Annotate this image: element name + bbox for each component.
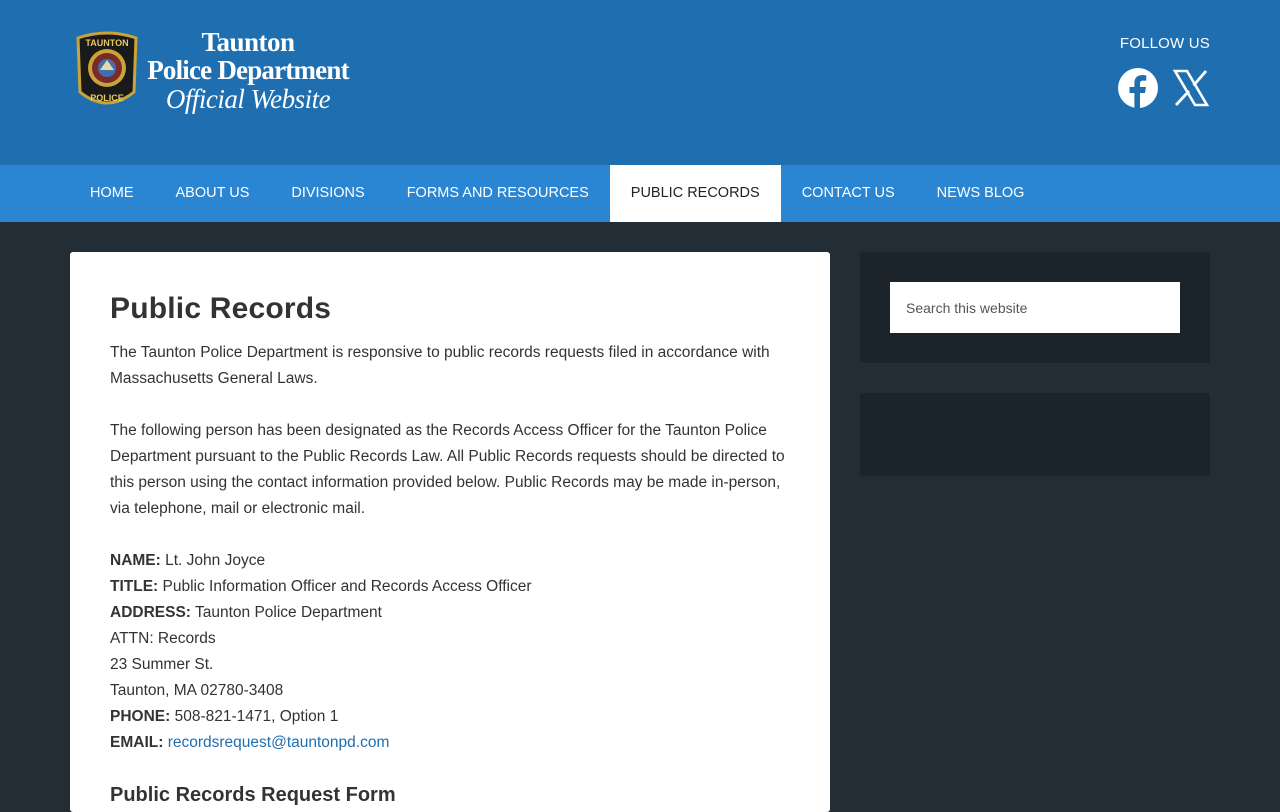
- title-value: Public Information Officer and Records A…: [158, 578, 532, 595]
- logo-line-3: Official Website: [165, 84, 331, 114]
- social-links: [1118, 68, 1210, 113]
- address-value: Taunton Police Department: [190, 604, 382, 621]
- main-navigation: HOME ABOUT US DIVISIONS FORMS AND RESOUR…: [0, 165, 1280, 222]
- facebook-icon[interactable]: [1118, 68, 1158, 113]
- nav-item-about-us[interactable]: ABOUT US: [155, 165, 271, 222]
- address-label: ADDRESS:: [110, 604, 191, 621]
- site-header: TAUNTON POLICE Taunton Police Department…: [0, 0, 1280, 165]
- intro-paragraph: The Taunton Police Department is respons…: [110, 344, 770, 387]
- contact-block: NAME: Lt. John Joyce TITLE: Public Infor…: [110, 548, 790, 756]
- svg-text:POLICE: POLICE: [90, 93, 124, 103]
- page-title: Public Records: [110, 292, 332, 325]
- contact-email-line: EMAIL: recordsrequest@tauntonpd.com: [110, 730, 790, 756]
- nav-item-public-records[interactable]: PUBLIC RECORDS: [609, 165, 781, 222]
- sidebar-widget: [860, 393, 1210, 476]
- address-line-2: ATTN: Records: [110, 630, 216, 647]
- logo-line-1: Taunton: [201, 27, 295, 57]
- phone-label: PHONE:: [110, 708, 171, 725]
- x-twitter-icon[interactable]: [1172, 68, 1210, 113]
- nav-item-home[interactable]: HOME: [69, 165, 155, 222]
- sidebar-search-widget: [860, 252, 1210, 363]
- contact-address-line: ADDRESS: Taunton Police Department: [110, 600, 790, 626]
- nav-item-contact-us[interactable]: CONTACT US: [781, 165, 916, 222]
- logo-line-2: Police Department: [147, 55, 349, 85]
- police-badge-logo: TAUNTON POLICE: [76, 31, 138, 105]
- name-value: Lt. John Joyce: [160, 552, 266, 569]
- nav-item-forms-and-resources[interactable]: FORMS AND RESOURCES: [386, 165, 610, 222]
- email-link[interactable]: recordsrequest@tauntonpd.com: [168, 734, 390, 751]
- contact-title-line: TITLE: Public Information Officer and Re…: [110, 574, 790, 600]
- main-content: Public Records The Taunton Police Depart…: [70, 252, 830, 812]
- follow-us-label: FOLLOW US: [1119, 35, 1210, 52]
- logo-wordmark: Taunton Police Department Official Websi…: [138, 28, 358, 114]
- search-input[interactable]: [890, 282, 1180, 333]
- site-logo[interactable]: TAUNTON POLICE Taunton Police Department…: [72, 28, 362, 118]
- address-line-4: Taunton, MA 02780-3408: [110, 682, 284, 699]
- title-label: TITLE:: [110, 578, 159, 595]
- address-line-3: 23 Summer St.: [110, 656, 214, 673]
- request-form-heading: Public Records Request Form: [110, 784, 396, 806]
- svg-text:TAUNTON: TAUNTON: [85, 38, 128, 48]
- phone-value: 508-821-1471, Option 1: [170, 708, 339, 725]
- follow-us-section: FOLLOW US: [1118, 35, 1210, 113]
- nav-item-news-blog[interactable]: NEWS BLOG: [916, 165, 1046, 222]
- name-label: NAME:: [110, 552, 161, 569]
- email-label: EMAIL:: [110, 734, 164, 751]
- records-officer-paragraph: The following person has been designated…: [110, 422, 785, 517]
- contact-name-line: NAME: Lt. John Joyce: [110, 548, 790, 574]
- nav-item-divisions[interactable]: DIVISIONS: [270, 165, 385, 222]
- contact-phone-line: PHONE: 508-821-1471, Option 1: [110, 704, 790, 730]
